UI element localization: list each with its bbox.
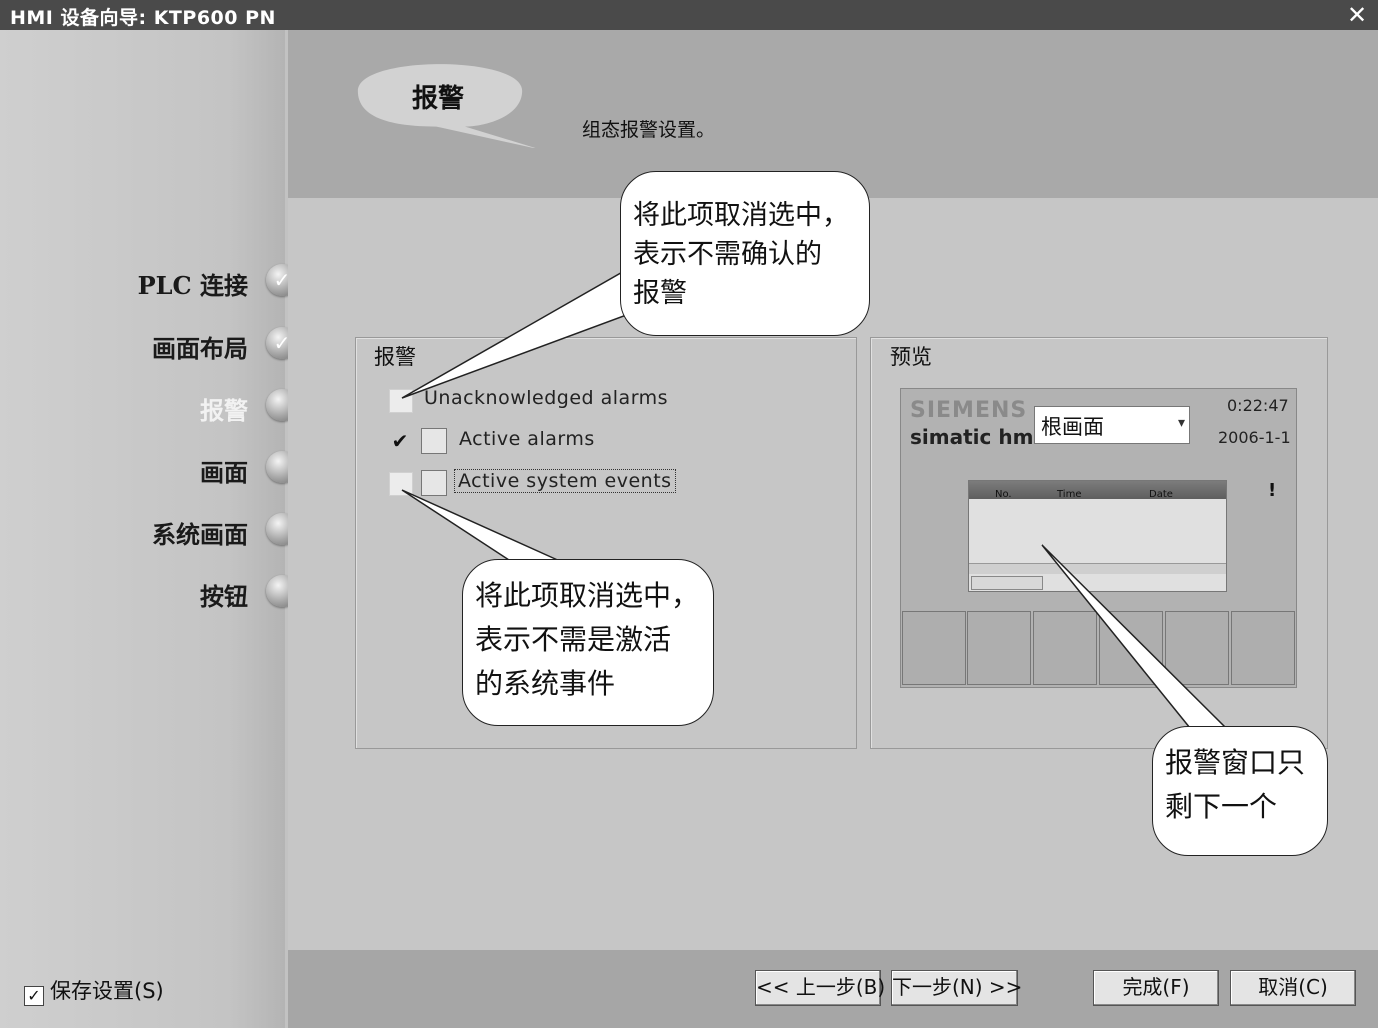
option-active-system-events[interactable]: Active system events <box>389 468 679 498</box>
active-alarms-checkbox[interactable]: ✔ <box>389 430 411 452</box>
preview-date: 2006-1-1 <box>1218 428 1291 447</box>
step-label: 按钮 <box>200 582 248 611</box>
step-label: 系统画面 <box>152 520 248 549</box>
alarm-window-icon <box>421 428 447 454</box>
callout-alarm-window: 报警窗口只 剩下一个 <box>1152 726 1328 856</box>
close-icon[interactable]: ✕ <box>1344 2 1370 28</box>
product-name: simatic hmi <box>910 425 1041 449</box>
callout-line: 将此项取消选中， <box>475 579 700 612</box>
system-event-icon <box>421 470 447 496</box>
back-button[interactable]: << 上一步(B) <box>755 970 885 1006</box>
next-button[interactable]: 下一步(N) >> <box>891 970 1022 1006</box>
callout-line: 报警 <box>633 278 687 309</box>
callout-line: 剩下一个 <box>1165 790 1278 823</box>
warning-icon: ! <box>1268 480 1277 501</box>
alarm-column-header: Time <box>1057 489 1082 500</box>
preview-alarm-window: No. Time Date <box>968 480 1227 592</box>
option-unacknowledged-alarms[interactable]: Unacknowledged alarms <box>389 385 679 415</box>
step-screens[interactable]: 画面 <box>0 449 300 489</box>
callout-line: 表示不需确认的 <box>633 239 822 270</box>
step-alarms[interactable]: 报警 <box>0 387 300 427</box>
function-key <box>1231 611 1295 685</box>
option-label: Active system events <box>454 469 676 493</box>
checkmark-icon: ✓ <box>24 986 44 1006</box>
step-screen-layout[interactable]: 画面布局 ✓ <box>0 325 300 365</box>
page-description: 组态报警设置。 <box>582 119 716 141</box>
finish-button[interactable]: 完成(F) <box>1093 970 1219 1006</box>
alarm-group-title: 报警 <box>374 345 416 369</box>
step-system-screens[interactable]: 系统画面 <box>0 511 300 551</box>
preview-time: 0:22:47 <box>1227 396 1289 415</box>
window-title: HMI 设备向导: KTP600 PN <box>10 7 276 29</box>
step-buttons[interactable]: 按钮 <box>0 573 300 613</box>
callout-line: 将此项取消选中， <box>633 200 849 231</box>
page-title: 报警 <box>412 84 465 114</box>
save-settings-label: 保存设置(S) <box>50 979 164 1003</box>
function-key <box>902 611 966 685</box>
function-key <box>1165 611 1229 685</box>
preview-group-title: 预览 <box>890 345 932 369</box>
alarm-column-header: Date <box>1149 489 1173 500</box>
step-label: PLC 连接 <box>137 271 248 300</box>
chevron-down-icon: ▾ <box>1177 415 1185 431</box>
option-label: Unacknowledged alarms <box>424 387 669 409</box>
cancel-button[interactable]: 取消(C) <box>1230 970 1356 1006</box>
option-active-alarms[interactable]: ✔ Active alarms <box>389 426 629 456</box>
screen-select: 根画面 ▾ <box>1034 406 1190 444</box>
function-key <box>967 611 1031 685</box>
function-key <box>1099 611 1163 685</box>
unacknowledged-alarms-checkbox[interactable] <box>389 389 413 413</box>
horizontal-scrollbar <box>969 563 1226 574</box>
wizard-window: HMI 设备向导: KTP600 PN ✕ PLC 连接 ✓ 画面布局 ✓ 报警… <box>0 0 1378 1028</box>
step-label: 画面布局 <box>152 334 248 363</box>
callout-line: 表示不需是激活 <box>475 623 672 656</box>
alarm-column-header: No. <box>995 489 1012 500</box>
step-label: 画面 <box>200 458 248 487</box>
active-system-events-checkbox[interactable] <box>389 472 413 496</box>
title-bar: HMI 设备向导: KTP600 PN ✕ <box>0 0 1378 30</box>
step-plc-connection[interactable]: PLC 连接 ✓ <box>0 262 300 302</box>
callout-line: 的系统事件 <box>475 667 616 700</box>
callout-system-events: 将此项取消选中， 表示不需是激活 的系统事件 <box>462 559 714 726</box>
screen-select-value: 根画面 <box>1041 415 1104 439</box>
brand-logo: SIEMENS <box>910 398 1028 423</box>
step-label: 报警 <box>200 396 248 425</box>
callout-line: 报警窗口只 <box>1165 746 1306 779</box>
callout-unacknowledged: 将此项取消选中， 表示不需确认的 报警 <box>620 171 870 336</box>
alarm-window-button <box>971 576 1043 590</box>
option-label: Active alarms <box>459 428 595 450</box>
save-settings-checkbox[interactable]: ✓ 保存设置(S) <box>24 975 164 1006</box>
function-key <box>1033 611 1097 685</box>
